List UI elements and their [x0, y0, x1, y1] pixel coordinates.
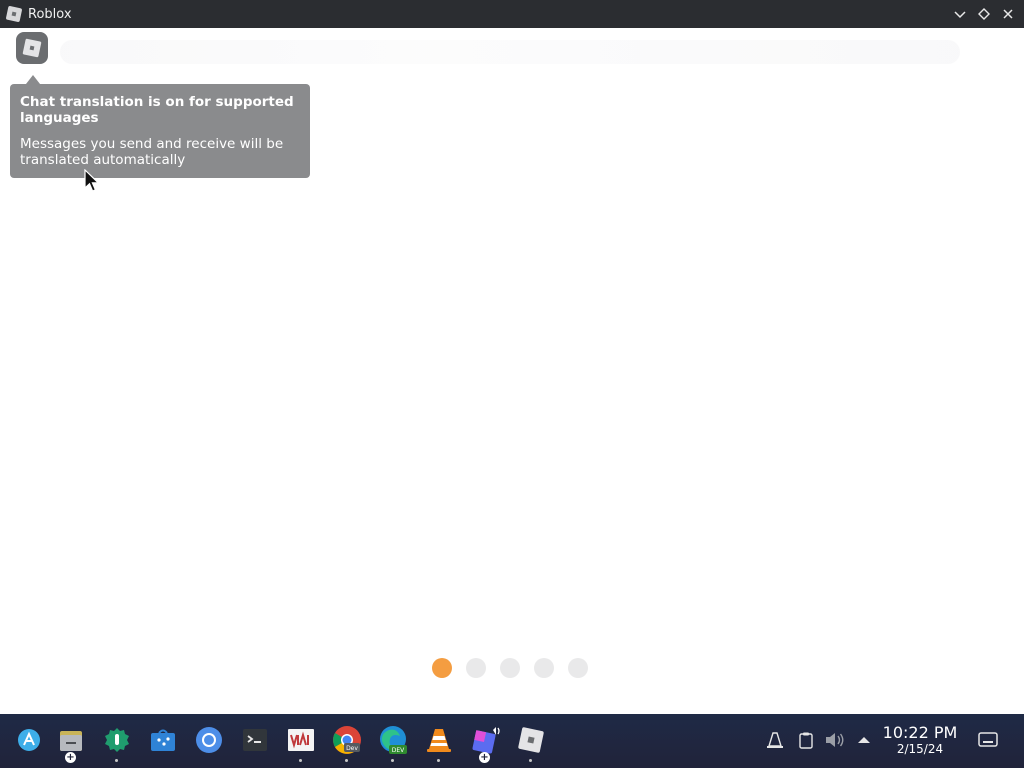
roblox-content: Chat translation is on for supported lan… [0, 28, 1024, 714]
roblox-icon [518, 727, 544, 753]
chat-translation-tooltip: Chat translation is on for supported lan… [10, 84, 310, 178]
close-icon [1003, 9, 1013, 19]
vivaldi-app[interactable] [284, 723, 318, 762]
running-indicator [529, 759, 532, 762]
vivaldi-icon [288, 729, 314, 751]
minimize-button[interactable] [948, 2, 972, 26]
mouse-cursor-icon [84, 169, 100, 192]
add-badge-icon: + [65, 752, 76, 763]
window-controls [948, 0, 1020, 28]
chromium-app[interactable] [192, 723, 226, 757]
vlc-app[interactable] [422, 723, 456, 762]
loading-placeholder [60, 40, 960, 64]
svg-text:DEV: DEV [392, 747, 405, 754]
tray-vlc[interactable] [758, 723, 792, 757]
svg-text:Dev: Dev [346, 745, 358, 752]
carousel-pager [432, 658, 588, 678]
desktop-icon [978, 732, 998, 747]
tooltip-body: Messages you send and receive will be tr… [20, 136, 284, 168]
maximize-button[interactable] [972, 2, 996, 26]
vlc-tray-icon [767, 732, 783, 748]
chrome-dev-app[interactable]: Dev [330, 723, 364, 762]
chevron-down-icon [954, 11, 966, 19]
roblox-menu-button[interactable] [16, 32, 48, 64]
carousel-dot-3[interactable] [500, 658, 520, 678]
app-launcher-button[interactable] [12, 723, 46, 757]
clipboard-icon [799, 732, 813, 749]
terminal-icon [243, 729, 267, 751]
clock-date: 2/15/24 [896, 742, 944, 756]
chromium-icon [196, 727, 222, 753]
carousel-dot-4[interactable] [534, 658, 554, 678]
tooltip-title: Chat translation is on for supported lan… [20, 94, 294, 126]
running-indicator [115, 759, 118, 762]
plasma-tools-icon [105, 728, 129, 752]
terminal-app[interactable] [238, 723, 272, 757]
discover-store-icon [151, 729, 175, 751]
files-icon [60, 731, 82, 751]
running-indicator [299, 759, 302, 762]
volume-icon [826, 733, 844, 747]
running-indicator [391, 759, 394, 762]
carousel-dot-2[interactable] [466, 658, 486, 678]
chevron-up-icon [858, 737, 870, 743]
running-indicator [437, 759, 440, 762]
edge-dev-app[interactable]: DEV [376, 723, 410, 762]
roblox-studio-app[interactable]: + [468, 723, 502, 763]
taskbar: + Dev DEV + 10:22 PM 2/15/24 [0, 714, 1024, 768]
clock-time: 10:22 PM [882, 723, 958, 742]
diamond-icon [978, 8, 990, 20]
tooltip-arrow [26, 75, 40, 84]
plasma-tools-app[interactable] [100, 723, 134, 762]
roblox-app-icon [6, 6, 22, 22]
close-button[interactable] [996, 2, 1020, 26]
discover-store-app[interactable] [146, 723, 180, 757]
window-titlebar: Roblox [0, 0, 1024, 28]
roblox-app[interactable] [514, 723, 548, 762]
show-desktop-button[interactable] [971, 723, 1005, 757]
window-title: Roblox [28, 6, 72, 22]
edge-dev-icon: DEV [380, 726, 407, 754]
running-indicator [345, 759, 348, 762]
files-app[interactable]: + [54, 723, 88, 763]
tray-expand[interactable] [847, 723, 881, 757]
roblox-logo-icon [22, 38, 42, 58]
chrome-dev-icon: Dev [333, 726, 361, 754]
vlc-icon [427, 729, 451, 752]
carousel-dot-5[interactable] [568, 658, 588, 678]
carousel-dot-1[interactable] [432, 658, 452, 678]
add-badge-icon: + [479, 752, 490, 763]
launcher-icon [18, 729, 40, 751]
system-clock[interactable]: 10:22 PM 2/15/24 [880, 724, 960, 757]
